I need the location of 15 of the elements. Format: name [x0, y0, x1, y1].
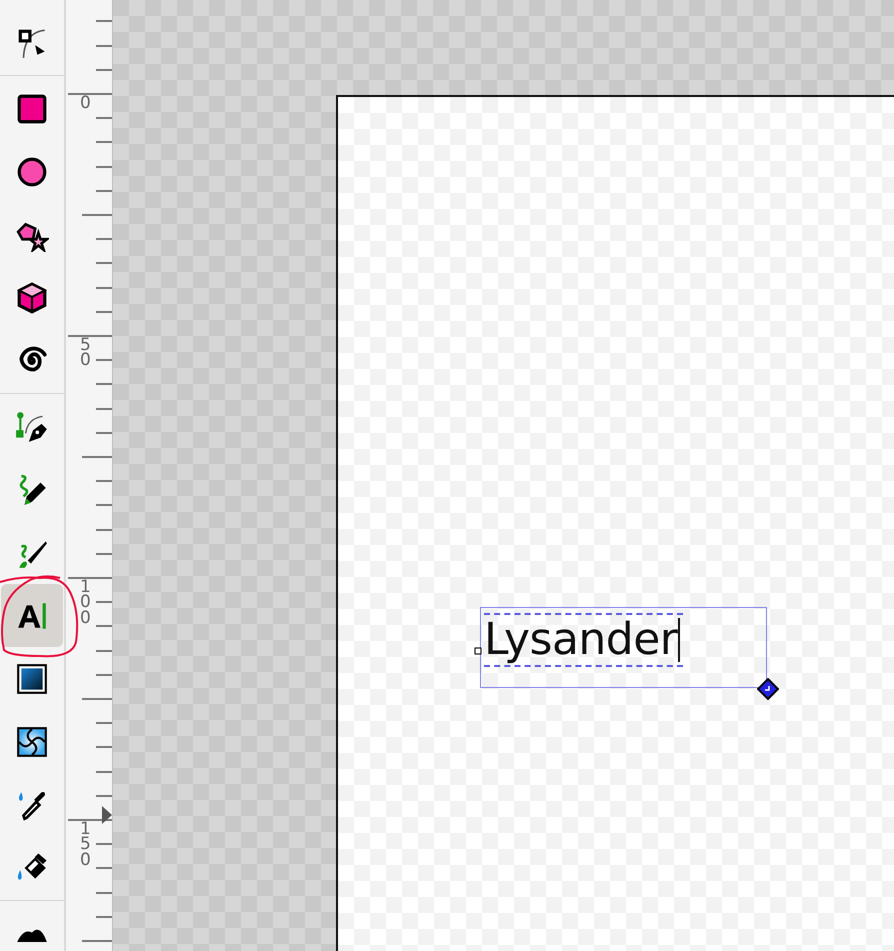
ruler-label: 150: [80, 822, 91, 868]
text-handle-icon[interactable]: [474, 647, 482, 655]
gradient-icon: [15, 662, 49, 696]
resize-handle-icon[interactable]: [757, 678, 779, 700]
circle-icon: [15, 154, 49, 188]
text-frame[interactable]: Lysander: [480, 607, 767, 688]
cube-icon: [15, 280, 49, 314]
ruler-label: 50: [80, 338, 91, 369]
square-icon: [15, 92, 49, 126]
ruler-label: 100: [80, 580, 91, 626]
selected-tool-button[interactable]: [1, 584, 63, 647]
pen-icon: [15, 410, 49, 444]
ruler-label: 0: [80, 96, 91, 112]
canvas-text[interactable]: Lysander: [484, 615, 678, 665]
mesh-icon: [15, 724, 49, 758]
